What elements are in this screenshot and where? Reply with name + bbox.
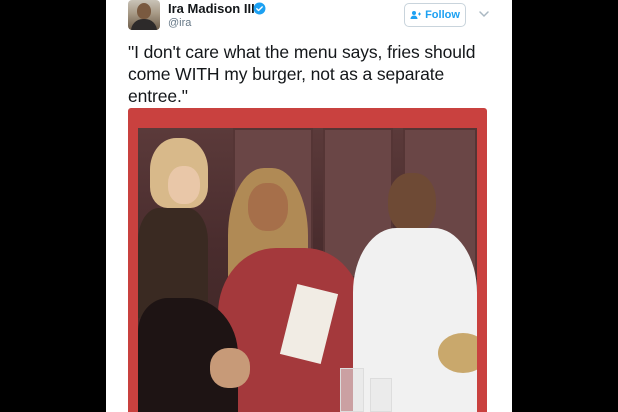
- chevron-down-icon[interactable]: [478, 9, 490, 19]
- tweet-text: "I don't care what the menu says, fries …: [128, 42, 476, 106]
- avatar-head: [137, 3, 151, 19]
- user-handle[interactable]: @ira: [168, 17, 191, 29]
- follow-label: Follow: [425, 9, 460, 21]
- person-center-face: [248, 183, 288, 231]
- tweet-media[interactable]: [128, 108, 487, 412]
- tweet-card: Ira Madison III @ira Follow "I don't car…: [106, 0, 512, 412]
- person-right-head: [388, 173, 436, 233]
- person-left-face: [168, 166, 200, 204]
- add-user-icon: [410, 11, 422, 19]
- display-name[interactable]: Ira Madison III: [168, 1, 255, 16]
- avatar-shoulders: [131, 19, 157, 30]
- avatar[interactable]: [128, 0, 160, 30]
- verified-badge-icon: [253, 2, 266, 15]
- follow-button[interactable]: Follow: [404, 3, 466, 27]
- tweet-photo: [138, 128, 477, 412]
- glass: [370, 378, 392, 412]
- person-foreground-hand: [210, 348, 250, 388]
- glass: [340, 368, 364, 412]
